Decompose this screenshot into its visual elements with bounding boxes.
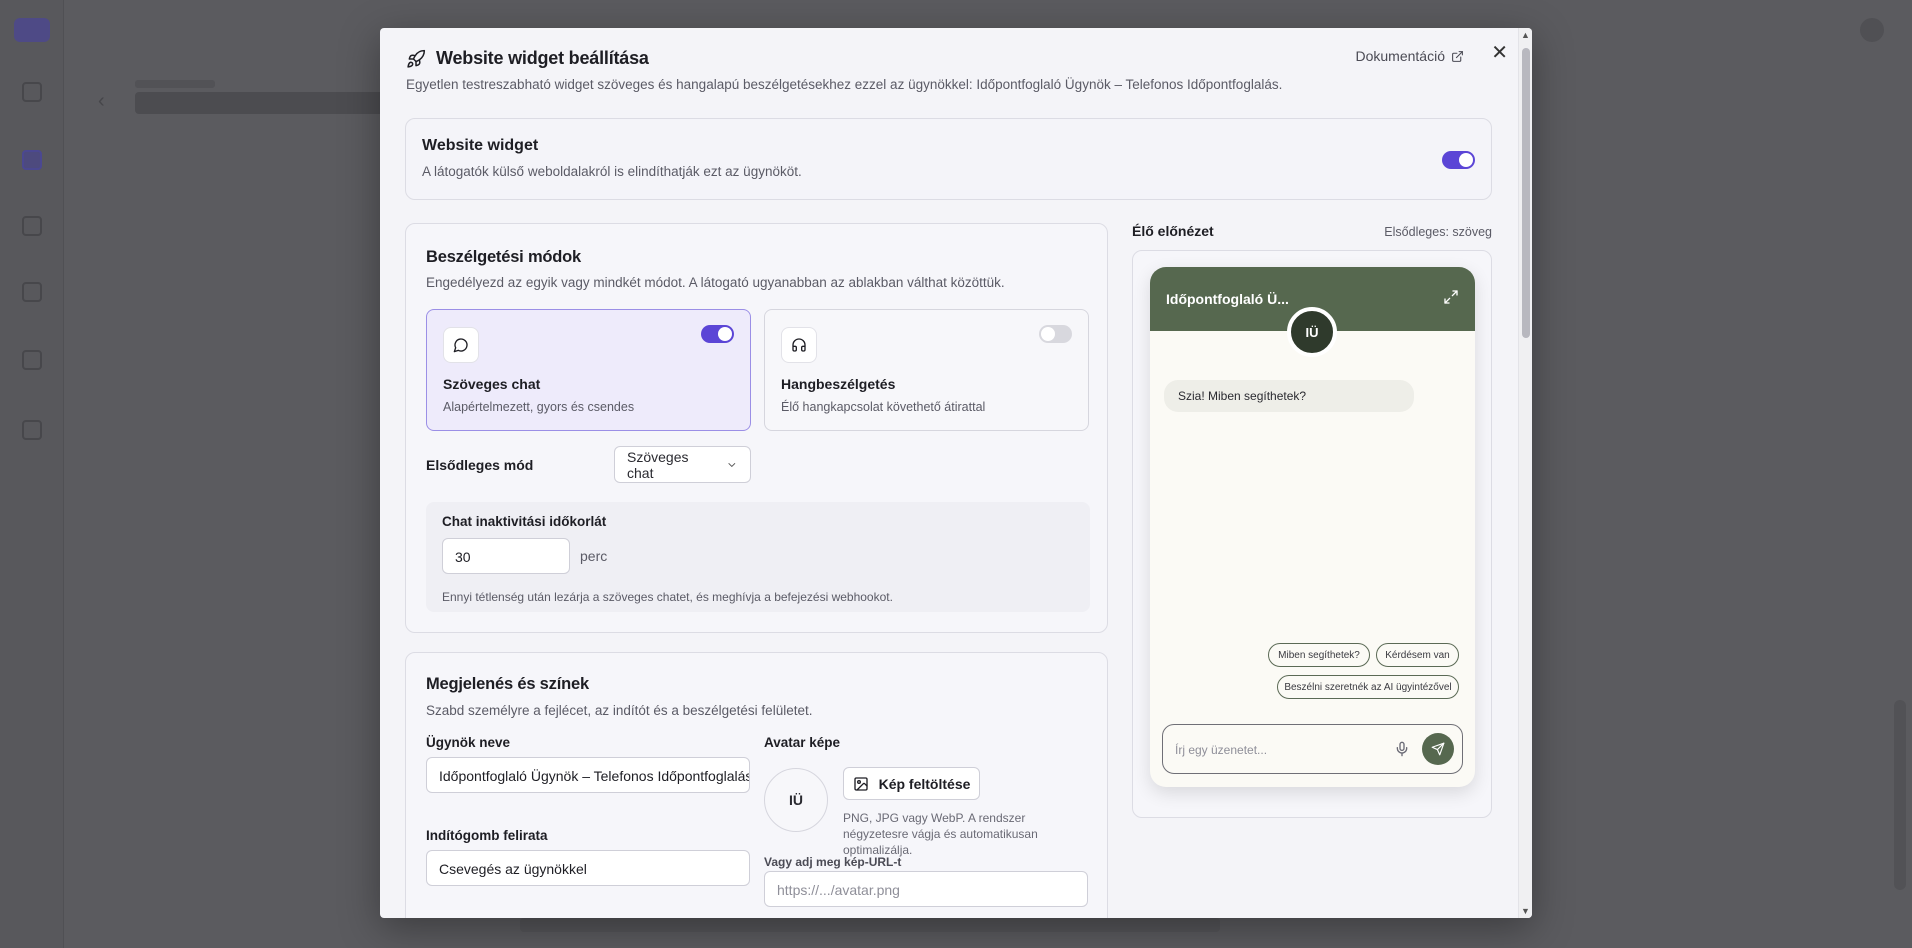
background-breadcrumb <box>135 80 215 88</box>
voice-desc: Élő hangkapcsolat követhető átirattal <box>781 400 986 414</box>
back-arrow-icon: ‹ <box>98 90 105 112</box>
text-chat-name: Szöveges chat <box>443 376 541 392</box>
text-chat-desc: Alapértelmezett, gyors és csendes <box>443 400 635 414</box>
external-link-icon <box>1452 50 1463 62</box>
avatar-label: Avatar képe <box>764 735 841 750</box>
documentation-link[interactable]: Dokumentáció <box>1356 48 1465 64</box>
conversation-modes-subtitle: Engedélyezd az egyik vagy mindkét módot.… <box>426 275 1005 290</box>
primary-mode-value: Szöveges chat <box>627 448 689 481</box>
avatar: IÜ <box>764 768 828 832</box>
appearance-title: Megjelenés és színek <box>426 675 589 693</box>
send-button[interactable] <box>1422 733 1454 765</box>
upload-note: PNG, JPG vagy WebP. A rendszer négyzetes… <box>843 811 1038 857</box>
chat-greeting-bubble: Szia! Miben segíthetek? <box>1164 380 1414 412</box>
chevron-down-icon <box>728 462 736 467</box>
live-preview-card: Időpontfoglaló Ü... IÜ Szia! Miben segít… <box>1132 250 1492 818</box>
nav-icon <box>22 82 42 102</box>
background-page-title <box>135 92 395 114</box>
chat-bubble-icon <box>443 327 479 363</box>
appearance-subtitle: Szabd személyre a fejlécet, az indítót é… <box>426 703 813 718</box>
close-icon[interactable]: ✕ <box>1491 40 1508 65</box>
image-upload-icon <box>853 776 868 791</box>
scrollbar-thumb[interactable] <box>1522 48 1530 338</box>
agent-name-label: Ügynök neve <box>426 735 511 750</box>
nav-icon <box>22 282 42 302</box>
app-logo <box>14 18 50 42</box>
launcher-text-input[interactable]: Csevegés az ügynökkel <box>426 850 750 886</box>
inactivity-minutes-input[interactable]: 30 <box>442 538 570 574</box>
quick-reply-chip[interactable]: Kérdésem van <box>1376 643 1459 667</box>
avatar-url-input[interactable]: https://.../avatar.png <box>764 871 1088 907</box>
chat-composer[interactable]: Írj egy üzenetet... <box>1162 724 1463 774</box>
modal-title-row: Website widget beállítása <box>406 48 1492 69</box>
mode-card-text-chat[interactable]: Szöveges chat Alapértelmezett, gyors és … <box>426 309 751 431</box>
website-widget-description: A látogatók külső weboldalakról is elind… <box>422 164 802 179</box>
chat-avatar: IÜ <box>1287 307 1337 357</box>
documentation-link-label: Dokumentáció <box>1355 48 1446 64</box>
inactivity-label: Chat inaktivitási időkorlát <box>442 514 607 529</box>
send-icon <box>1431 742 1445 756</box>
modal-scrollbar[interactable]: ▲ ▼ <box>1518 28 1532 918</box>
upload-image-button[interactable]: Kép feltöltése <box>843 767 980 800</box>
background-scrollbar <box>1894 700 1906 890</box>
widget-settings-modal: Website widget beállítása Egyetlen testr… <box>380 28 1532 918</box>
agent-name-input[interactable]: Időpontfoglaló Ügynök – Telefonos Időpon… <box>426 757 750 793</box>
quick-reply-chip[interactable]: Miben segíthetek? <box>1268 643 1370 667</box>
chat-input-placeholder: Írj egy üzenetet... <box>1175 743 1268 757</box>
voice-toggle[interactable] <box>1039 325 1072 343</box>
background-content <box>520 918 1220 932</box>
chat-header-name: Időpontfoglaló Ü... <box>1166 291 1289 307</box>
nav-icon <box>22 420 42 440</box>
conversation-modes-section: Beszélgetési módok Engedélyezd az egyik … <box>405 223 1108 633</box>
voice-name: Hangbeszélgetés <box>781 376 896 392</box>
modal-header: Website widget beállítása Egyetlen testr… <box>406 42 1508 92</box>
website-widget-toggle[interactable] <box>1442 151 1475 169</box>
mode-card-voice[interactable]: Hangbeszélgetés Élő hangkapcsolat követh… <box>764 309 1089 431</box>
quick-reply-chip[interactable]: Beszélni szeretnék az AI ügyintézővel <box>1277 675 1459 699</box>
inactivity-hint: Ennyi tétlenség után lezárja a szöveges … <box>442 590 893 604</box>
toggle-knob <box>718 327 732 341</box>
nav-icon <box>22 216 42 236</box>
launcher-label: Indítógomb felirata <box>426 828 548 843</box>
toggle-knob <box>1459 153 1473 167</box>
live-preview-label: Élő előnézet <box>1132 223 1214 239</box>
text-chat-toggle[interactable] <box>701 325 734 343</box>
scroll-up-icon[interactable]: ▲ <box>1521 30 1530 40</box>
website-widget-card: Website widget A látogatók külső webolda… <box>405 118 1492 200</box>
headphones-icon <box>781 327 817 363</box>
primary-mode-select[interactable]: Szöveges chat <box>614 446 751 483</box>
microphone-icon[interactable] <box>1394 741 1410 757</box>
chat-widget-preview: Időpontfoglaló Ü... IÜ Szia! Miben segít… <box>1150 267 1475 787</box>
background-avatar <box>1860 18 1884 42</box>
rocket-icon <box>407 49 426 68</box>
live-preview-primary-mode: Elsődleges: szöveg <box>1384 225 1492 239</box>
inactivity-timeout-panel: Chat inaktivitási időkorlát 30 perc Enny… <box>426 502 1090 612</box>
upload-image-label: Kép feltöltése <box>878 775 971 792</box>
modal-subtitle: Egyetlen testreszabható widget szöveges … <box>406 77 1283 92</box>
nav-icon <box>22 150 42 170</box>
background-sidebar <box>0 0 64 948</box>
conversation-modes-title: Beszélgetési módok <box>426 248 582 266</box>
toggle-knob <box>1041 327 1055 341</box>
modal-title: Website widget beállítása <box>436 48 649 68</box>
primary-mode-label: Elsődleges mód <box>426 457 534 473</box>
scroll-down-icon[interactable]: ▼ <box>1521 906 1530 916</box>
avatar-url-label: Vagy adj meg kép-URL-t <box>764 855 902 869</box>
appearance-section: Megjelenés és színek Szabd személyre a f… <box>405 652 1108 918</box>
nav-icon <box>22 350 42 370</box>
expand-icon[interactable] <box>1443 289 1459 305</box>
website-widget-title: Website widget <box>422 137 539 154</box>
inactivity-unit: perc <box>580 548 608 564</box>
